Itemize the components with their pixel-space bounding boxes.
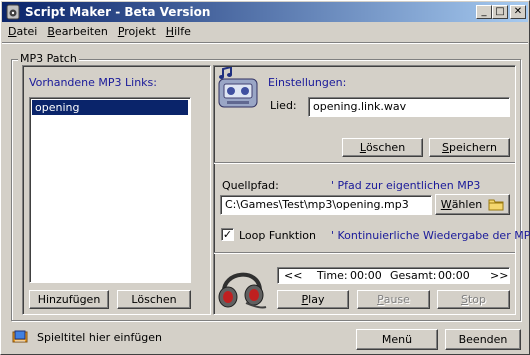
choose-file-accel: W: [440, 198, 452, 211]
add-link-button[interactable]: Hinzufügen: [29, 290, 109, 309]
menu-bearbeiten-accel: B: [47, 25, 55, 38]
loop-checkbox[interactable]: ✓: [221, 228, 234, 241]
menu-projekt[interactable]: Projekt: [113, 23, 161, 41]
list-item-opening[interactable]: opening: [32, 100, 188, 115]
add-link-label: Hinzufügen: [37, 293, 101, 306]
exit-button-label: Beenden: [458, 333, 508, 346]
player-status-bar: << Time: 00:00 Gesamt: 00:00 >>: [277, 267, 510, 284]
title-bar[interactable]: Script Maker - Beta Version _ □ ✕: [2, 2, 528, 22]
play-label: lay: [308, 293, 325, 306]
source-hint: ' Pfad zur eigentlichen MP3: [331, 179, 481, 192]
save-button[interactable]: Speichern: [429, 138, 510, 157]
delete-link-button[interactable]: Löschen: [117, 290, 191, 309]
player-divider: [214, 252, 515, 254]
song-label: Lied:: [270, 99, 297, 112]
group-label: MP3 Patch: [18, 52, 79, 65]
close-button[interactable]: ✕: [510, 5, 526, 19]
menu-button-label: Menü: [381, 333, 413, 346]
window-title: Script Maker - Beta Version: [25, 5, 211, 19]
book-icon: [12, 330, 28, 343]
menu-hilfe-accel: H: [165, 25, 175, 38]
song-input[interactable]: opening.link.wav: [308, 97, 510, 117]
menu-datei[interactable]: Datei: [3, 23, 42, 41]
links-heading: Vorhandene MP3 Links:: [29, 76, 157, 89]
next-track-button[interactable]: >>: [490, 269, 508, 282]
save-accel: S: [442, 141, 450, 154]
menu-bearbeiten[interactable]: Bearbeiten: [42, 23, 112, 41]
loop-label: Loop Funktion: [239, 229, 316, 242]
links-list[interactable]: opening: [29, 97, 191, 283]
choose-file-label: ählen: [451, 198, 483, 211]
prev-track-button[interactable]: <<: [284, 269, 302, 282]
music-player-icon: [218, 67, 258, 108]
settings-heading: Einstellungen:: [268, 76, 347, 89]
delete-song-button[interactable]: Löschen: [342, 138, 423, 157]
time-value: 00:00: [350, 269, 382, 282]
main-window: Script Maker - Beta Version _ □ ✕ Datei …: [0, 0, 530, 355]
delete-link-label: Löschen: [131, 293, 177, 306]
minimize-button[interactable]: _: [476, 5, 492, 19]
source-label: Quellpfad:: [222, 179, 279, 192]
menu-bearbeiten-label: earbeiten: [54, 25, 108, 38]
folder-icon: [488, 199, 504, 211]
pause-label: ause: [383, 293, 410, 306]
loop-hint: ' Kontinuierliche Wiedergabe der MP3: [331, 229, 530, 242]
menu-hilfe[interactable]: Hilfe: [161, 23, 196, 41]
menu-separator: [2, 42, 528, 44]
exit-button[interactable]: Beenden: [445, 329, 521, 350]
choose-file-button[interactable]: Wählen: [435, 194, 510, 215]
play-accel: P: [301, 293, 309, 306]
total-value: 00:00: [438, 269, 470, 282]
settings-divider: [214, 162, 515, 164]
loop-check-mark: ✓: [222, 228, 233, 241]
stop-accel: S: [460, 293, 468, 306]
footer-hint: Spieltitel hier einfügen: [37, 331, 163, 344]
stop-button[interactable]: Stop: [437, 290, 510, 309]
save-label: peichern: [449, 141, 497, 154]
delete-song-label: öschen: [365, 141, 406, 154]
menu-datei-label: atei: [16, 25, 38, 38]
source-path-input[interactable]: C:\Games\Test\mp3\opening.mp3: [220, 195, 432, 215]
time-label: Time:: [317, 269, 348, 282]
app-icon: [6, 4, 20, 20]
stop-label: top: [467, 293, 486, 306]
menu-bar: Datei Bearbeiten Projekt Hilfe: [3, 23, 196, 41]
menu-hilfe-label: ilfe: [174, 25, 191, 38]
menu-projekt-label: rojekt: [124, 25, 156, 38]
play-button[interactable]: Play: [277, 290, 349, 309]
total-label: Gesamt:: [390, 269, 437, 282]
pause-accel: P: [377, 293, 384, 306]
headphones-icon: [218, 272, 267, 309]
maximize-button[interactable]: □: [492, 5, 508, 19]
menu-button[interactable]: Menü: [356, 329, 438, 350]
pause-button[interactable]: Pause: [357, 290, 430, 309]
